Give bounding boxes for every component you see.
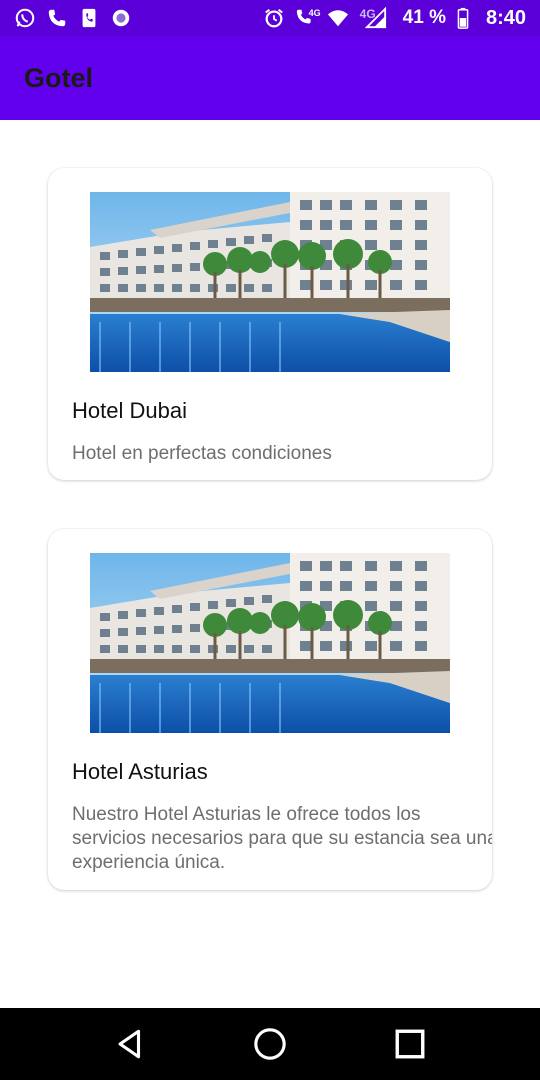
status-left-icons (14, 7, 132, 29)
whatsapp-icon (14, 7, 36, 29)
status-right-icons: 4G 4G 41 % 8:40 (263, 7, 526, 30)
recents-icon[interactable] (390, 1024, 430, 1064)
battery-percent: 41 % (402, 7, 446, 28)
hotel-pool-image (90, 553, 450, 733)
hotel-name: Hotel Asturias (72, 759, 208, 784)
status-time: 8:40 (485, 6, 526, 29)
hotel-name: Hotel Dubai (72, 398, 187, 423)
hotel-list[interactable]: Hotel Dubai Hotel en perfectas condicion… (0, 120, 540, 1008)
status-bar: 4G 4G 41 % 8:40 (0, 0, 540, 36)
alarm-icon (263, 7, 285, 29)
hotel-description: Nuestro Hotel Asturias le ofrece todos l… (72, 804, 492, 873)
battery-icon (456, 7, 470, 29)
hotel-description: Hotel en perfectas condiciones (72, 443, 332, 464)
wifi-icon (327, 7, 349, 29)
hotel-pool-image (90, 192, 450, 372)
circle-app-icon (110, 7, 132, 29)
home-icon[interactable] (250, 1024, 290, 1064)
app-bar: Gotel (0, 36, 540, 120)
app-title: Gotel (24, 62, 94, 93)
navigation-bar (0, 1008, 540, 1080)
volte-icon: 4G (295, 7, 321, 29)
hotel-card[interactable]: Hotel Asturias Nuestro Hotel Asturias le… (48, 529, 492, 890)
back-icon[interactable] (110, 1024, 150, 1064)
hotel-image (90, 553, 450, 733)
hotel-image (90, 192, 450, 372)
hotel-card[interactable]: Hotel Dubai Hotel en perfectas condicion… (48, 168, 492, 480)
network-label: 4G (359, 7, 376, 21)
volte-label: 4G (308, 8, 321, 18)
phone-icon (46, 7, 68, 29)
phone-alt-icon (78, 7, 100, 29)
signal-icon: 4G (359, 7, 393, 29)
